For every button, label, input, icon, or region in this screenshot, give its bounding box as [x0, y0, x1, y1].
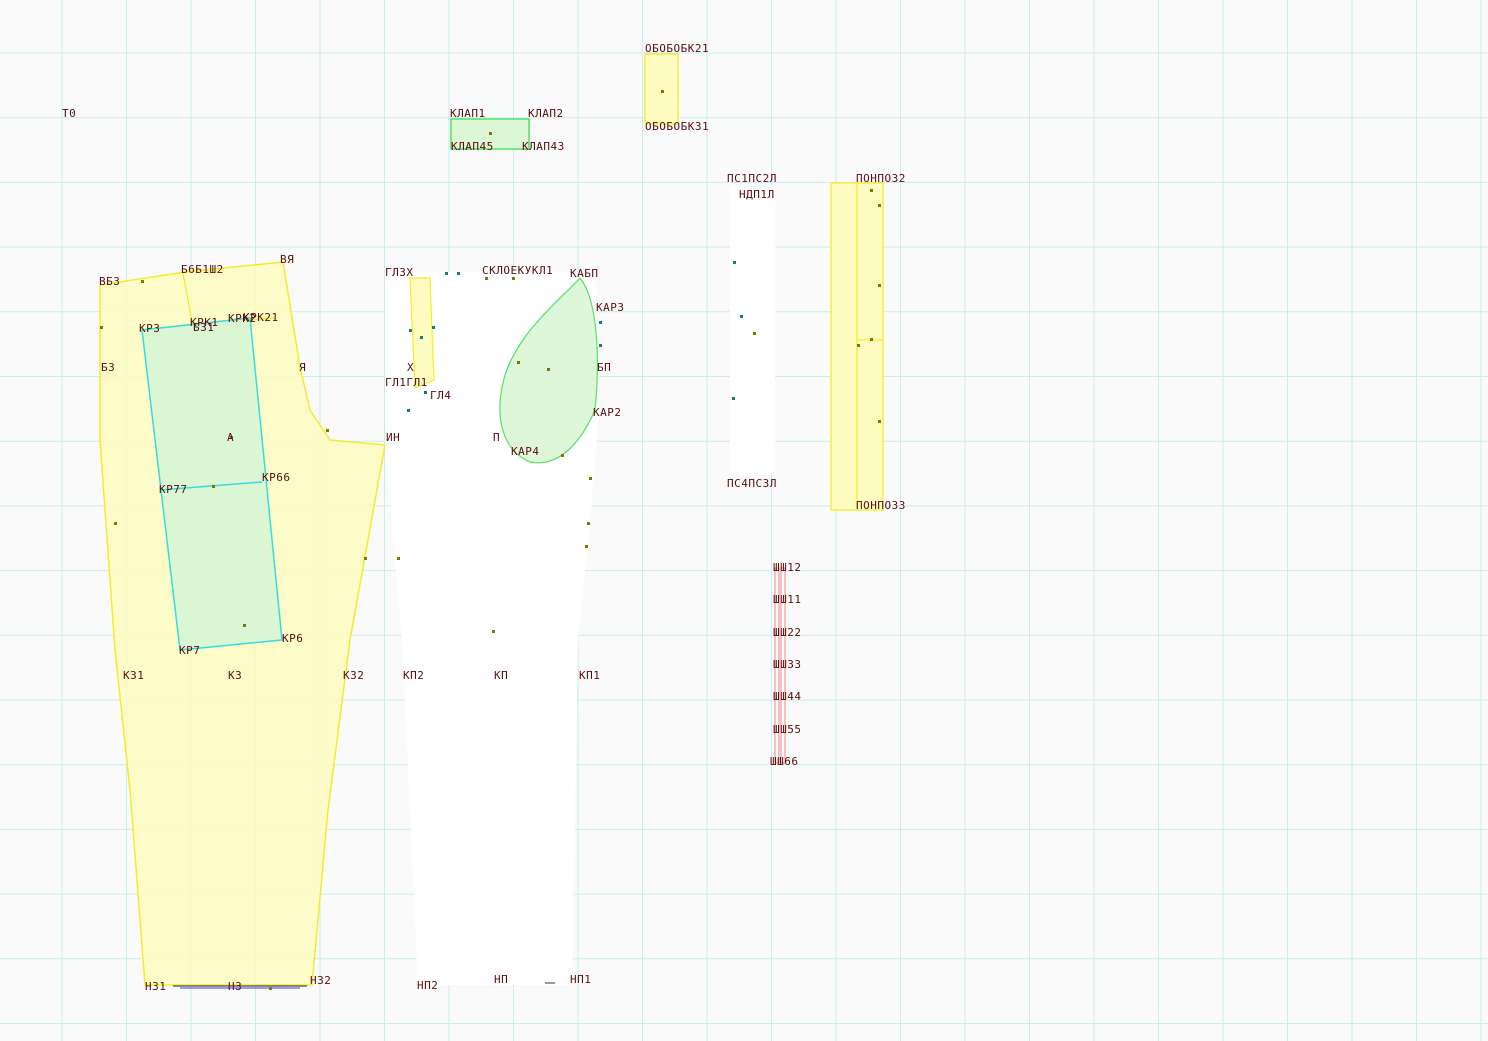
point-label: НП1 [570, 973, 592, 986]
point-marker [485, 277, 488, 280]
point-label: КП2 [403, 669, 425, 682]
point-label: КЛАП1 [450, 107, 486, 120]
point-label: БП [597, 361, 612, 374]
point-marker [661, 90, 664, 93]
point-marker [517, 361, 520, 364]
point-label: КР3 [139, 322, 161, 335]
point-label: ГЛ4 [430, 389, 452, 402]
point-label: КП [494, 669, 509, 682]
point-label: К3 [228, 669, 243, 682]
point-label: К31 [123, 669, 145, 682]
point-label: ШШ12 [773, 561, 802, 574]
point-label: КП1 [579, 669, 601, 682]
point-label: ШШ55 [773, 723, 802, 736]
point-label: ИН [386, 431, 401, 444]
point-marker [457, 272, 460, 275]
pattern-canvas[interactable] [0, 0, 1488, 1041]
point-marker [212, 485, 215, 488]
point-marker [141, 280, 144, 283]
point-marker [114, 522, 117, 525]
point-marker [733, 261, 736, 264]
point-label: КЛАП43 [522, 140, 565, 153]
point-marker [599, 321, 602, 324]
point-marker [100, 326, 103, 329]
point-label: КЛАП45 [451, 140, 494, 153]
point-label: ВБ3 [99, 275, 121, 288]
point-label: А [227, 431, 235, 444]
point-label: ШШ66 [770, 755, 799, 768]
point-marker [407, 409, 410, 412]
point-label: ПОНПОЗ2 [856, 172, 906, 185]
point-label: Я [299, 361, 307, 374]
point-label: ШШ33 [773, 658, 802, 671]
point-marker [445, 272, 448, 275]
point-marker [512, 277, 515, 280]
fly-piece[interactable] [730, 185, 775, 475]
point-marker [409, 329, 412, 332]
facing-strip[interactable] [644, 53, 679, 125]
point-label: ВЯ [280, 253, 295, 266]
point-marker [753, 332, 756, 335]
point-label: СКЛОЕКУКЛ1 [482, 264, 554, 277]
point-label: Н31 [145, 980, 167, 993]
point-label: Б3 [101, 361, 116, 374]
point-label: П [493, 431, 501, 444]
point-marker [732, 397, 735, 400]
point-label: ПОНПОЗ3 [856, 499, 906, 512]
point-marker [857, 344, 860, 347]
point-label: ОБОБОБК21 [645, 42, 710, 55]
point-label: ПС1ПС2Л [727, 172, 777, 185]
point-marker [878, 204, 881, 207]
point-marker [269, 987, 272, 990]
point-marker [397, 557, 400, 560]
point-marker [492, 630, 495, 633]
point-label: КАР2 [593, 406, 622, 419]
point-label: Б6Б1Ш2 [181, 263, 224, 276]
point-label: ШШ11 [773, 593, 802, 606]
point-label: КАБП [570, 267, 599, 280]
point-marker [432, 326, 435, 329]
point-marker [740, 315, 743, 318]
point-marker [420, 336, 423, 339]
point-label: ГЛ1ГЛ1 [385, 376, 428, 389]
point-marker [878, 284, 881, 287]
point-marker [547, 368, 550, 371]
point-label: ОБОБОБК31 [645, 120, 710, 133]
point-marker [364, 557, 367, 560]
point-label: НП2 [417, 979, 439, 992]
point-label: ШШ22 [773, 626, 802, 639]
point-marker [326, 429, 329, 432]
point-label: КАР4 [511, 445, 540, 458]
point-label: Х [407, 361, 415, 374]
point-marker [424, 391, 427, 394]
point-label: Н32 [310, 974, 332, 987]
point-marker [585, 545, 588, 548]
point-label: ПС4ПС3Л [727, 477, 777, 490]
point-label: КАР3 [596, 301, 625, 314]
point-label: КР77 [159, 483, 188, 496]
point-label: Б31 [193, 321, 215, 334]
point-label: Т0 [62, 107, 77, 120]
point-marker [489, 132, 492, 135]
point-marker [243, 624, 246, 627]
point-label: КЛАП2 [528, 107, 564, 120]
point-marker [561, 454, 564, 457]
point-marker [870, 338, 873, 341]
point-label: КРК21 [243, 311, 279, 324]
point-label: КР6 [282, 632, 304, 645]
point-label: НП [494, 973, 509, 986]
point-marker [878, 420, 881, 423]
point-label: Н3 [228, 980, 243, 993]
point-label: ШШ44 [773, 690, 802, 703]
point-marker [587, 522, 590, 525]
point-label: ГЛ3Х [385, 266, 414, 279]
point-label: К32 [343, 669, 365, 682]
point-marker [589, 477, 592, 480]
point-label: КР66 [262, 471, 291, 484]
point-marker [599, 344, 602, 347]
point-marker [870, 189, 873, 192]
point-label: КР7 [179, 644, 201, 657]
point-label: НДП1Л [739, 188, 775, 201]
